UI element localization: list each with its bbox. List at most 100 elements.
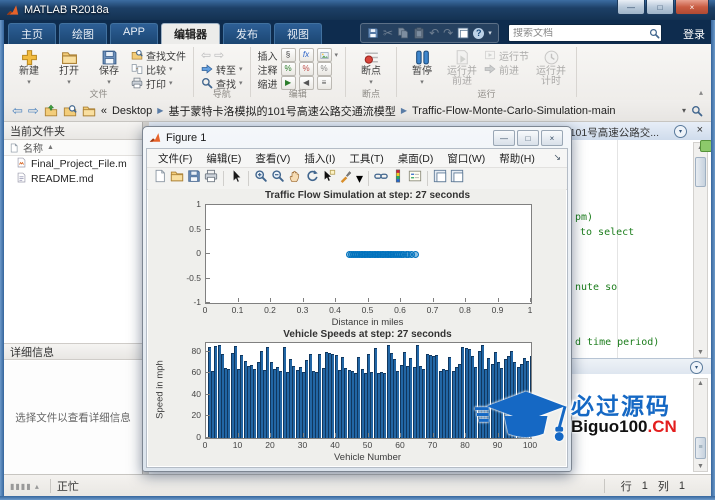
- forward-icon[interactable]: ⇨: [214, 48, 224, 62]
- save-icon[interactable]: [367, 27, 379, 39]
- figure-menu-W[interactable]: 窗口(W): [440, 151, 492, 166]
- figure-maximize-button[interactable]: □: [517, 130, 539, 146]
- insert-image-icon[interactable]: [317, 48, 332, 62]
- folder-search-icon[interactable]: [691, 105, 703, 117]
- breadcrumb-segment[interactable]: Traffic-Flow-Monte-Carlo-Simulation-main: [412, 105, 616, 117]
- insert-section-icon[interactable]: §: [281, 48, 296, 62]
- figure-menu-E[interactable]: 编辑(E): [199, 151, 248, 166]
- maximize-button[interactable]: □: [646, 0, 674, 15]
- search-input[interactable]: [509, 28, 649, 39]
- file-row[interactable]: Final_Project_File.m: [4, 156, 142, 171]
- figure-menu-T[interactable]: 工具(T): [342, 151, 390, 166]
- tab-视图[interactable]: 视图: [274, 23, 322, 44]
- pause-button[interactable]: 暂停▾: [404, 47, 440, 86]
- brush-icon[interactable]: [339, 169, 353, 188]
- new-button[interactable]: 新建▾: [11, 47, 47, 86]
- insert-colorbar-icon[interactable]: [391, 169, 405, 188]
- wrap-comment-icon[interactable]: %: [317, 62, 332, 76]
- tab-主页[interactable]: 主页: [8, 23, 56, 44]
- back-icon[interactable]: ⇦: [201, 48, 211, 62]
- hide-plot-tools-icon[interactable]: [433, 169, 447, 188]
- caret-down-icon[interactable]: ▾: [356, 170, 363, 187]
- figure-menu-V[interactable]: 查看(V): [248, 151, 297, 166]
- zoom-out-icon[interactable]: [271, 169, 285, 188]
- insert-function-icon[interactable]: fx: [299, 48, 314, 62]
- scrollbar-thumb[interactable]: [695, 157, 706, 187]
- save-button[interactable]: 保存▾: [91, 47, 127, 86]
- scroll-up-icon[interactable]: ▲: [694, 379, 707, 388]
- save-figure-icon[interactable]: [187, 169, 201, 188]
- link-plots-icon[interactable]: [374, 169, 388, 188]
- path-dropdown-icon[interactable]: ▾: [682, 106, 686, 115]
- open-button[interactable]: 打开▾: [51, 47, 87, 86]
- ribbon-group-file: 新建▾ 打开▾ 保存▾ 查找文件 比较▾ 打印▾ 文件: [4, 44, 193, 100]
- tab-APP[interactable]: APP: [110, 23, 158, 44]
- figure-close-button[interactable]: ×: [541, 130, 563, 146]
- tab-绘图[interactable]: 绘图: [59, 23, 107, 44]
- compare-button[interactable]: 比较▾: [131, 63, 186, 75]
- editor-menu-icon[interactable]: ▾: [674, 125, 687, 138]
- switch-windows-icon[interactable]: [457, 27, 469, 39]
- minimize-button[interactable]: —: [617, 0, 645, 15]
- help-icon[interactable]: ?: [473, 28, 484, 39]
- comment-icon[interactable]: %: [281, 62, 296, 76]
- breadcrumb-segment[interactable]: 基于蒙特卡洛模拟的101号高速公路交通流模型: [168, 103, 395, 119]
- zoom-in-icon[interactable]: [254, 169, 268, 188]
- insert-legend-icon[interactable]: [408, 169, 422, 188]
- uncomment-icon[interactable]: %: [299, 62, 314, 76]
- cut-icon[interactable]: ✂: [383, 27, 393, 39]
- figure-title-bar[interactable]: Figure 1 — □ ×: [143, 127, 571, 148]
- run-and-advance-button[interactable]: 运行并前进: [444, 47, 480, 87]
- lower-pane-menu-icon[interactable]: ▾: [690, 361, 703, 374]
- tab-发布[interactable]: 发布: [223, 23, 271, 44]
- figure-menu-F[interactable]: 文件(F): [151, 151, 199, 166]
- pan-hand-icon[interactable]: [288, 169, 302, 188]
- code-analyzer-indicator[interactable]: [700, 140, 711, 152]
- redo-icon[interactable]: ↷: [443, 27, 453, 39]
- figure-menu-H[interactable]: 帮助(H): [492, 151, 542, 166]
- figure-menu-D[interactable]: 桌面(D): [391, 151, 441, 166]
- rotate-3d-icon[interactable]: [305, 169, 319, 188]
- sign-in-link[interactable]: 登录: [683, 26, 705, 42]
- tab-编辑器[interactable]: 编辑器: [161, 23, 220, 44]
- up-one-level-icon[interactable]: [44, 104, 58, 118]
- cursor-icon[interactable]: [229, 169, 243, 188]
- collapse-ribbon-icon[interactable]: ▴: [699, 88, 703, 97]
- paste-icon[interactable]: [413, 27, 425, 39]
- dock-figure-icon[interactable]: ↘: [553, 152, 561, 163]
- editor-close-icon[interactable]: ×: [697, 124, 703, 136]
- breakpoints-button[interactable]: 断点▾: [353, 47, 389, 86]
- scroll-down-icon[interactable]: ▼: [694, 462, 707, 471]
- x-tick-label: 60: [390, 440, 410, 450]
- editor-scrollbar[interactable]: ▲ ▼: [693, 142, 708, 358]
- figure-menu-I[interactable]: 插入(I): [297, 151, 342, 166]
- status-grip-icon[interactable]: ▮▮▮▮ ▴: [10, 482, 40, 491]
- name-column-header[interactable]: 名称 ▲: [4, 140, 142, 156]
- quick-access-dropdown-icon[interactable]: ▾: [488, 29, 492, 37]
- scroll-down-icon[interactable]: ▼: [694, 348, 707, 357]
- print-figure-icon[interactable]: [204, 169, 218, 188]
- watermark-domain: .CN: [648, 417, 677, 436]
- lower-scrollbar[interactable]: ▲ ≡ ▼: [693, 378, 708, 472]
- data-cursor-icon[interactable]: [322, 169, 336, 188]
- scrollbar-thumb[interactable]: ≡: [695, 437, 706, 459]
- open-file-icon[interactable]: [170, 169, 184, 188]
- forward-icon[interactable]: ⇨: [28, 104, 39, 117]
- file-row[interactable]: README.md: [4, 171, 142, 186]
- show-plot-tools-icon[interactable]: [450, 169, 464, 188]
- copy-icon[interactable]: [397, 27, 409, 39]
- close-button[interactable]: ×: [675, 0, 709, 15]
- find-files-button[interactable]: 查找文件: [131, 49, 186, 61]
- advance-button[interactable]: 前进: [484, 63, 529, 75]
- figure-minimize-button[interactable]: —: [493, 130, 515, 146]
- breadcrumb-segment[interactable]: Desktop: [112, 105, 152, 117]
- browse-folder-icon[interactable]: [63, 104, 77, 118]
- new-figure-icon[interactable]: [153, 169, 167, 188]
- goto-button[interactable]: 转至▾: [201, 63, 243, 75]
- y-tick: [206, 415, 210, 416]
- back-icon[interactable]: ⇦: [12, 104, 23, 117]
- run-and-time-button[interactable]: 运行并计时: [533, 47, 569, 87]
- undo-icon[interactable]: ↶: [429, 27, 439, 39]
- run-section-button[interactable]: 运行节: [484, 49, 529, 61]
- search-icon[interactable]: [649, 28, 660, 39]
